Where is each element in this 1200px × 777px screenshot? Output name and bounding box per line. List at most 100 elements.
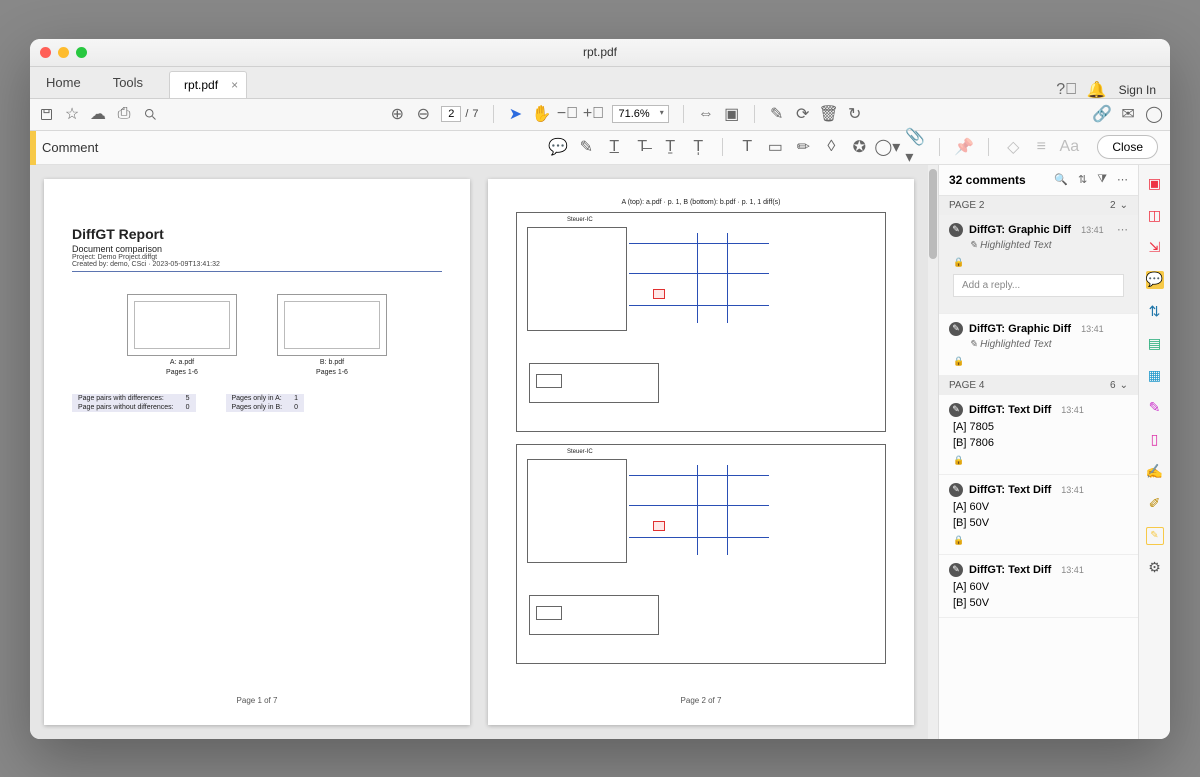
comment-menu-icon[interactable]: ⋯ — [1117, 223, 1128, 236]
rail-comment-icon[interactable]: 💬 — [1146, 271, 1164, 289]
chevron-down-icon: ⌄ — [1120, 380, 1128, 391]
zoom-select[interactable]: 71.6% — [612, 105, 669, 123]
highlight-glyph-icon: ✎ — [949, 322, 963, 336]
page-view[interactable]: DiffGT Report Document comparison Projec… — [30, 165, 928, 739]
color-icon[interactable]: ◇ — [1005, 139, 1021, 155]
pen-icon: ✎ — [969, 240, 977, 251]
rail-sign-icon[interactable]: ✎ — [1146, 399, 1164, 417]
rail-fill-icon[interactable]: ✍ — [1146, 463, 1164, 481]
highlight-icon[interactable]: ✎ — [578, 139, 594, 155]
page-down-icon[interactable]: ⊖ — [415, 106, 431, 122]
print-icon[interactable]: ⎙ — [116, 106, 132, 122]
comments-panel: 32 comments 🔍 ⇅ ⧩ ⋯ PAGE 2 2 ⌄ ✎ DiffGT:… — [938, 165, 1138, 739]
font-icon[interactable]: Aa — [1061, 139, 1077, 155]
zoom-out-icon[interactable]: −⃝ — [560, 106, 576, 122]
diagram-bottom: Steuer-IC — [516, 444, 886, 664]
nav-tools[interactable]: Tools — [97, 67, 159, 98]
document-tab[interactable]: rpt.pdf × — [169, 71, 247, 98]
close-comment-button[interactable]: Close — [1097, 135, 1158, 159]
mail-icon[interactable]: ✉ — [1120, 106, 1136, 122]
titlebar: rpt.pdf — [30, 39, 1170, 67]
callout-icon[interactable]: ▭ — [767, 139, 783, 155]
window-title: rpt.pdf — [30, 45, 1170, 59]
app-window: rpt.pdf Home Tools rpt.pdf × ?⃝ 🔔 Sign I… — [30, 39, 1170, 739]
signin-button[interactable]: Sign In — [1119, 83, 1156, 97]
lineweight-icon[interactable]: ≡ — [1033, 139, 1049, 155]
save-icon[interactable] — [38, 106, 54, 122]
page4-header[interactable]: PAGE 4 6 ⌄ — [939, 376, 1138, 395]
comment-item[interactable]: ✎ DiffGT: Text Diff 13:41 [A] 60V [B] 50… — [939, 555, 1138, 618]
star-icon[interactable]: ☆ — [64, 106, 80, 122]
stamp-icon[interactable]: ✪ — [851, 139, 867, 155]
filter-comments-icon[interactable]: ⧩ — [1097, 173, 1107, 186]
lock-icon: 🔒 — [953, 356, 1128, 367]
report-title: DiffGT Report — [72, 226, 442, 242]
redo-icon[interactable]: ↻ — [847, 106, 863, 122]
rotate-icon[interactable]: ⟳ — [795, 106, 811, 122]
rail-more-icon[interactable]: ✐ — [1146, 495, 1164, 513]
comment-item[interactable]: ✎ DiffGT: Text Diff 13:41 [A] 60V [B] 50… — [939, 475, 1138, 555]
fit-width-icon[interactable]: ⇔ — [698, 106, 714, 122]
text-underline-icon[interactable]: T̲ — [606, 139, 622, 155]
shapes-icon[interactable]: ◯▾ — [879, 139, 895, 155]
rail-create-icon[interactable]: ▣ — [1146, 175, 1164, 193]
comment-item[interactable]: ✎ DiffGT: Graphic Diff 13:41 ⋯ ✎ Highlig… — [939, 215, 1138, 314]
attach2-icon[interactable]: 📎▾ — [907, 139, 923, 155]
pointer-icon[interactable]: ➤ — [508, 106, 524, 122]
diagram-top: Steuer-IC — [516, 212, 886, 432]
comment-item[interactable]: ✎ DiffGT: Text Diff 13:41 [A] 7805 [B] 7… — [939, 395, 1138, 475]
diff-header: A (top): a.pdf · p. 1, B (bottom): b.pdf… — [516, 199, 886, 206]
nav-home[interactable]: Home — [30, 67, 97, 98]
bell-icon[interactable]: 🔔 — [1089, 82, 1105, 98]
rail-edit-icon[interactable]: ◫ — [1146, 207, 1164, 225]
pin-icon[interactable]: 📌 — [956, 139, 972, 155]
rail-redact-icon[interactable]: ▦ — [1146, 367, 1164, 385]
search-icon[interactable] — [142, 106, 158, 122]
rail-stamp-icon[interactable]: ✎ — [1146, 527, 1164, 545]
page2-header[interactable]: PAGE 2 2 ⌄ — [939, 196, 1138, 215]
comments-header: 32 comments 🔍 ⇅ ⧩ ⋯ — [939, 165, 1138, 196]
rail-organize-icon[interactable]: ⇅ — [1146, 303, 1164, 321]
rail-compress-icon[interactable]: ▤ — [1146, 335, 1164, 353]
highlight2-icon[interactable]: ✎ — [769, 106, 785, 122]
lock-icon: 🔒 — [953, 257, 1128, 268]
more-comments-icon[interactable]: ⋯ — [1117, 173, 1128, 186]
insert-text-icon[interactable]: T̩ — [690, 139, 706, 155]
zoom-in-icon[interactable]: +⃝ — [586, 106, 602, 122]
active-tool-indicator — [30, 131, 36, 165]
highlight-glyph-icon: ✎ — [949, 563, 963, 577]
rail-export-icon[interactable]: ⇲ — [1146, 239, 1164, 257]
content-area: DiffGT Report Document comparison Projec… — [30, 165, 1170, 739]
trash-icon[interactable]: 🗑 — [821, 106, 837, 122]
pencil-icon[interactable]: ✏ — [795, 139, 811, 155]
report-created: Created by: demo, CSci · 2023-05-09T13:4… — [72, 261, 442, 268]
scrollbar[interactable] — [928, 165, 938, 739]
strike-icon[interactable]: T̶ — [634, 139, 650, 155]
current-page-input[interactable] — [441, 106, 461, 122]
attach-icon[interactable]: 🔗 — [1094, 106, 1110, 122]
replace-text-icon[interactable]: Ṯ — [662, 139, 678, 155]
eraser-icon[interactable]: ◊ — [823, 139, 839, 155]
textbox-icon[interactable]: T — [739, 139, 755, 155]
comment-item[interactable]: ✎ DiffGT: Graphic Diff 13:41 ✎ Highlight… — [939, 314, 1138, 376]
comment-label: Comment — [42, 140, 98, 155]
pen-icon: ✎ — [969, 339, 977, 350]
account-icon[interactable]: ◯ — [1146, 106, 1162, 122]
reply-input[interactable]: Add a reply... — [953, 274, 1124, 297]
diff-marker[interactable] — [653, 289, 665, 299]
search-comments-icon[interactable]: 🔍 — [1054, 173, 1068, 186]
sort-comments-icon[interactable]: ⇅ — [1078, 173, 1087, 186]
rail-tools-icon[interactable]: ⚙ — [1146, 559, 1164, 577]
page1-footer: Page 1 of 7 — [72, 696, 442, 705]
help-icon[interactable]: ?⃝ — [1059, 82, 1075, 98]
page-up-icon[interactable]: ⊕ — [389, 106, 405, 122]
close-tab-icon[interactable]: × — [231, 78, 238, 92]
note-icon[interactable]: 💬 — [550, 139, 566, 155]
cloud-icon[interactable]: ☁ — [90, 106, 106, 122]
diff-marker[interactable] — [653, 521, 665, 531]
rail-protect-icon[interactable]: ▯ — [1146, 431, 1164, 449]
hand-icon[interactable]: ✋ — [534, 106, 550, 122]
scroll-thumb[interactable] — [929, 169, 937, 259]
chevron-down-icon: ⌄ — [1120, 200, 1128, 211]
fit-page-icon[interactable]: ▣ — [724, 106, 740, 122]
